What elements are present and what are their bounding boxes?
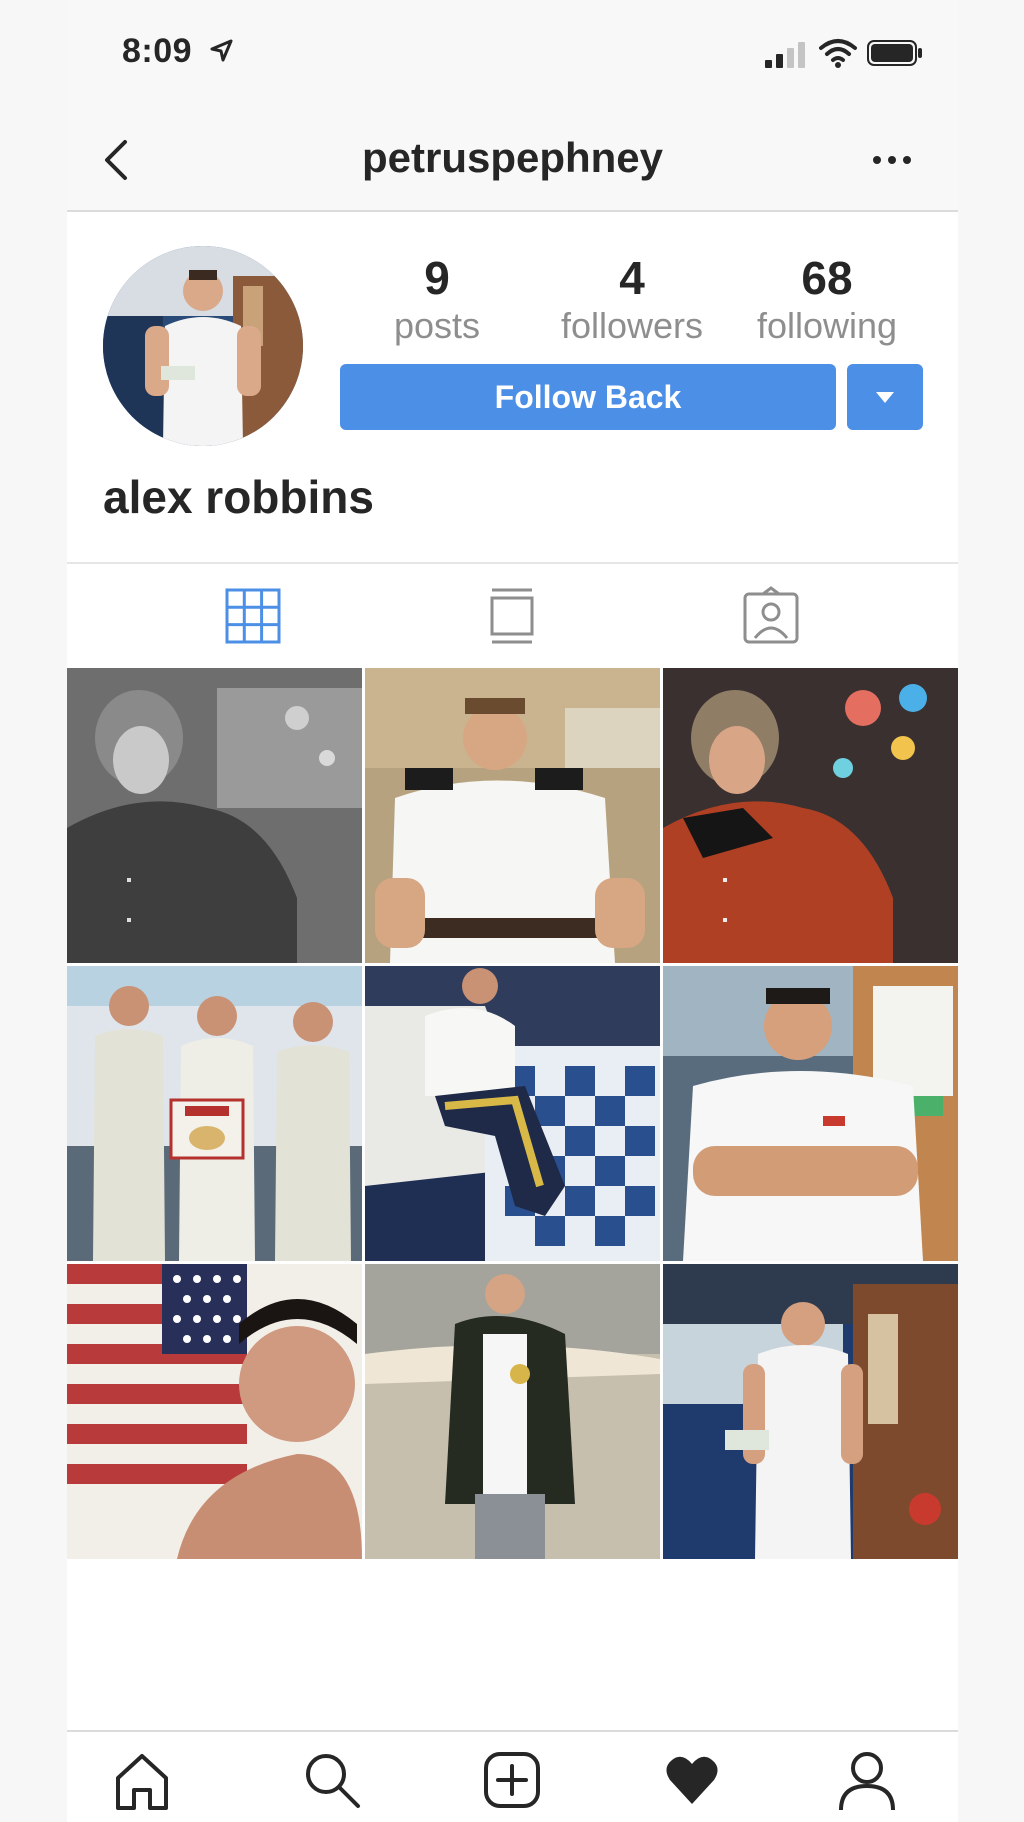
stat-following[interactable]: 68 following [727,250,927,346]
follow-back-button[interactable]: Follow Back [340,364,836,430]
following-label: following [756,305,898,346]
phone-screen: 8:09 petruspephney 9 posts 4 followers 6… [67,0,958,1822]
chevron-down-icon [876,392,894,403]
activity-heart-icon[interactable] [662,1750,722,1810]
grid-photo[interactable] [67,1264,362,1559]
profile-full-name: alex robbins [103,471,374,523]
grid-photo[interactable] [365,966,660,1261]
home-icon[interactable] [112,1750,172,1810]
followers-label: followers [560,305,704,346]
add-post-icon[interactable] [482,1750,542,1810]
grid-photo[interactable] [67,668,362,963]
location-arrow-icon [210,39,233,62]
page-title-username: petruspephney [361,134,664,181]
status-bar: 8:09 [67,0,958,110]
stat-followers[interactable]: 4 followers [532,250,732,346]
grid-photo[interactable] [663,1264,958,1559]
cell-signal-icon [765,42,805,68]
posts-label: posts [393,305,481,346]
following-count: 68 [801,252,853,304]
battery-icon [867,40,922,66]
profile-icon[interactable] [837,1750,897,1810]
wifi-icon [819,39,857,68]
grid-photo[interactable] [663,668,958,963]
search-icon[interactable] [302,1750,362,1810]
profile-tabs [67,562,958,670]
bottom-navigation [67,1730,958,1822]
grid-view-tab-icon[interactable] [223,586,283,646]
grid-photo[interactable] [67,966,362,1261]
profile-avatar[interactable] [103,246,303,446]
feed-view-tab-icon[interactable] [482,586,542,646]
grid-photo[interactable] [365,1264,660,1559]
tagged-photos-tab-icon[interactable] [741,586,801,646]
suggestions-dropdown-button[interactable] [847,364,923,430]
followers-count: 4 [619,252,645,304]
grid-photo[interactable] [365,668,660,963]
status-time: 8:09 [122,32,193,70]
profile-stats: 9 posts 4 followers 68 following [337,250,947,350]
posts-count: 9 [424,252,450,304]
grid-photo[interactable] [663,966,958,1261]
profile-header: petruspephney [67,110,958,212]
photo-grid [67,668,958,1560]
stat-posts[interactable]: 9 posts [337,250,537,346]
more-options-icon[interactable] [867,140,917,180]
